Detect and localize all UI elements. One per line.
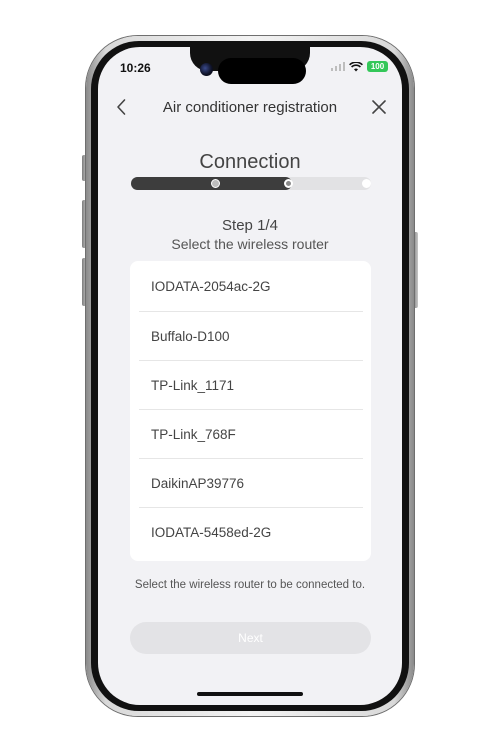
signal-icon (331, 62, 345, 71)
router-ssid: TP-Link_1171 (151, 378, 235, 393)
router-item[interactable]: TP-Link_768F (130, 410, 371, 459)
dynamic-island (218, 58, 306, 84)
router-ssid: TP-Link_768F (151, 427, 236, 442)
router-item[interactable]: Buffalo-D100 (130, 312, 371, 361)
phone-screen: 10:26 100 Air conditioner registration C… (98, 47, 402, 705)
router-ssid: Buffalo-D100 (151, 329, 230, 344)
progress-bar (131, 177, 371, 190)
step-instruction: Select the wireless router (171, 236, 329, 252)
progress-dot-1 (211, 179, 220, 188)
progress-dot-3 (362, 179, 371, 188)
status-time: 10:26 (120, 61, 151, 75)
router-ssid: DaikinAP39776 (151, 476, 245, 491)
progress-dot-2 (284, 179, 293, 188)
battery-indicator: 100 (367, 61, 388, 72)
step-label: Step 1/4 (222, 217, 278, 234)
hint-text: Select the wireless router to be connect… (134, 579, 366, 591)
router-item[interactable]: IODATA-5458ed-2G (130, 508, 371, 557)
next-button[interactable]: Next (130, 622, 371, 654)
close-icon[interactable] (370, 98, 388, 116)
router-ssid: IODATA-5458ed-2G (151, 525, 272, 540)
status-icons: 100 (331, 61, 388, 72)
router-item[interactable]: TP-Link_1171 (130, 361, 371, 410)
router-list: IODATA-2054ac-2G Buffalo-D100 TP-Link_11… (130, 261, 371, 561)
router-item[interactable]: IODATA-2054ac-2G (130, 262, 371, 311)
router-item[interactable]: DaikinAP39776 (130, 459, 371, 508)
router-ssid: IODATA-2054ac-2G (151, 279, 271, 294)
page-title: Air conditioner registration (162, 99, 338, 116)
wifi-icon (349, 61, 363, 71)
front-camera-icon (200, 63, 213, 76)
stage: 10:26 100 Air conditioner registration C… (0, 0, 500, 750)
home-indicator (197, 692, 303, 696)
section-title: Connection (199, 151, 301, 173)
